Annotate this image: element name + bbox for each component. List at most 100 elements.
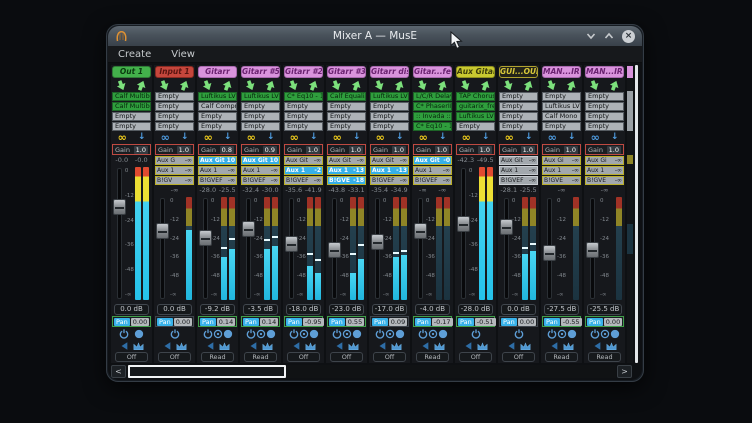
level-meter[interactable] — [530, 197, 536, 300]
solo-button[interactable] — [563, 340, 574, 351]
effect-slot[interactable]: TAP Chorus — [456, 92, 495, 101]
power-button[interactable] — [289, 328, 299, 339]
mute-button[interactable] — [463, 340, 474, 351]
stereo-link-button[interactable]: ∞ — [548, 133, 557, 142]
mute-button[interactable] — [162, 340, 173, 351]
effect-slot[interactable]: Empty — [198, 112, 237, 121]
effect-slot[interactable]: Empty — [585, 112, 624, 121]
volume-fader[interactable] — [156, 196, 169, 301]
route-output-arrow-icon[interactable] — [136, 80, 147, 91]
fader-knob[interactable] — [242, 221, 255, 237]
route-input-arrow-icon[interactable] — [331, 80, 342, 91]
power-button[interactable] — [246, 328, 256, 339]
volume-fader[interactable] — [113, 166, 124, 301]
mute-button[interactable] — [549, 340, 560, 351]
solo-button[interactable] — [176, 340, 187, 351]
scrollbar-thumb[interactable] — [128, 365, 286, 378]
pan-control[interactable]: Pan0.14 — [241, 316, 280, 327]
monitor-button[interactable] — [352, 328, 362, 339]
aux-send[interactable]: Aux Git-0 — [413, 156, 452, 165]
record-button[interactable] — [342, 328, 352, 339]
aux-send[interactable]: B!GVEF-∞ — [198, 176, 237, 185]
aux-send[interactable]: B!GVEF-∞ — [413, 176, 452, 185]
effect-slot[interactable]: Empty — [585, 102, 624, 111]
effect-slot[interactable]: C* PhaserII — [413, 102, 452, 111]
solo-button[interactable] — [262, 340, 273, 351]
aux-send[interactable]: Aux 1-∞ — [198, 166, 237, 175]
meter-fallback-button[interactable]: ↓ — [525, 133, 533, 142]
effect-slot[interactable]: Empty — [112, 122, 151, 131]
volume-fader[interactable] — [328, 196, 339, 301]
aux-send[interactable]: Aux 1-∞ — [542, 166, 581, 175]
aux-send[interactable]: Aux 1-∞ — [413, 166, 452, 175]
volume-fader[interactable] — [500, 196, 511, 301]
unshade-window-icon[interactable] — [604, 32, 614, 40]
track-name-button[interactable]: Gitarr #3 — [327, 66, 366, 78]
monitor-button[interactable] — [309, 328, 319, 339]
route-input-arrow-icon[interactable] — [159, 80, 170, 91]
track-name-button[interactable]: Aux Gitarr — [456, 66, 495, 78]
effect-slot[interactable]: Calf Compr — [198, 102, 237, 111]
fader-knob[interactable] — [500, 219, 513, 235]
meter-fallback-button[interactable]: ↓ — [439, 133, 447, 142]
gain-value[interactable]: 1.0 — [521, 146, 535, 154]
automation-mode-button[interactable]: Read — [545, 352, 578, 362]
gain-value[interactable]: 1.0 — [177, 146, 191, 154]
record-button[interactable] — [256, 328, 266, 339]
route-input-arrow-icon[interactable] — [116, 80, 127, 91]
meter-fallback-button[interactable]: ↓ — [138, 133, 146, 142]
effect-slot[interactable]: Empty — [327, 122, 366, 131]
power-button[interactable] — [119, 328, 130, 339]
track-name-button[interactable]: Gitarr — [198, 66, 237, 78]
fader-knob[interactable] — [543, 245, 556, 261]
titlebar[interactable]: Mixer A — MusE × — [108, 26, 642, 46]
route-input-arrow-icon[interactable] — [374, 80, 385, 91]
stereo-link-button[interactable]: ∞ — [118, 133, 127, 142]
track-name-button[interactable]: Input 1 — [155, 66, 194, 78]
level-meter[interactable] — [616, 197, 622, 300]
route-input-arrow-icon[interactable] — [589, 80, 600, 91]
effect-slot[interactable]: Empty — [542, 92, 581, 101]
fader-knob[interactable] — [457, 216, 470, 232]
level-meter[interactable] — [350, 197, 356, 300]
aux-send[interactable]: Aux 1-∞ — [241, 166, 280, 175]
effect-slot[interactable]: Empty — [155, 112, 194, 121]
automation-mode-button[interactable]: Read — [416, 352, 449, 362]
meter-fallback-button[interactable]: ↓ — [310, 133, 318, 142]
route-output-arrow-icon[interactable] — [609, 80, 620, 91]
close-window-button[interactable]: × — [622, 30, 635, 43]
effect-slot[interactable]: Empty — [499, 92, 538, 101]
solo-button[interactable] — [606, 340, 617, 351]
stereo-link-button[interactable]: ∞ — [247, 133, 256, 142]
effect-slot[interactable]: Luftikus LV2 — [241, 92, 280, 101]
shade-window-icon[interactable] — [586, 32, 596, 40]
effect-slot[interactable]: Empty — [585, 92, 624, 101]
effect-slot[interactable]: Calf Multiba — [112, 92, 151, 101]
aux-send[interactable]: Aux Git-∞ — [284, 156, 323, 165]
automation-mode-button[interactable]: Read — [244, 352, 277, 362]
effect-slot[interactable]: Empty — [241, 102, 280, 111]
pan-control[interactable]: Pan0.00 — [499, 316, 538, 327]
route-input-arrow-icon[interactable] — [503, 80, 514, 91]
record-button[interactable] — [600, 328, 610, 339]
power-button[interactable] — [513, 328, 524, 339]
aux-send[interactable]: Aux Git-∞ — [370, 156, 409, 165]
mute-button[interactable] — [420, 340, 431, 351]
effect-slot[interactable]: Luftikus LV2 — [370, 92, 409, 101]
route-output-arrow-icon[interactable] — [222, 80, 233, 91]
automation-mode-button[interactable]: Off — [287, 352, 320, 362]
automation-mode-button[interactable]: Read — [201, 352, 234, 362]
meter-fallback-button[interactable]: ↓ — [353, 133, 361, 142]
meter-fallback-button[interactable]: ↓ — [482, 133, 490, 142]
monitor-button[interactable] — [610, 328, 620, 339]
aux-send[interactable]: Aux G-∞ — [155, 156, 194, 165]
stereo-link-button[interactable]: ∞ — [419, 133, 428, 142]
power-button[interactable] — [470, 328, 481, 339]
level-meter[interactable] — [573, 197, 579, 300]
monitor-button[interactable] — [567, 328, 577, 339]
vertical-scrollbar[interactable] — [635, 65, 638, 363]
level-meter[interactable] — [487, 167, 493, 300]
effect-slot[interactable]: Empty — [499, 102, 538, 111]
route-output-arrow-icon[interactable] — [351, 80, 362, 91]
gain-value[interactable]: 1.0 — [349, 146, 363, 154]
